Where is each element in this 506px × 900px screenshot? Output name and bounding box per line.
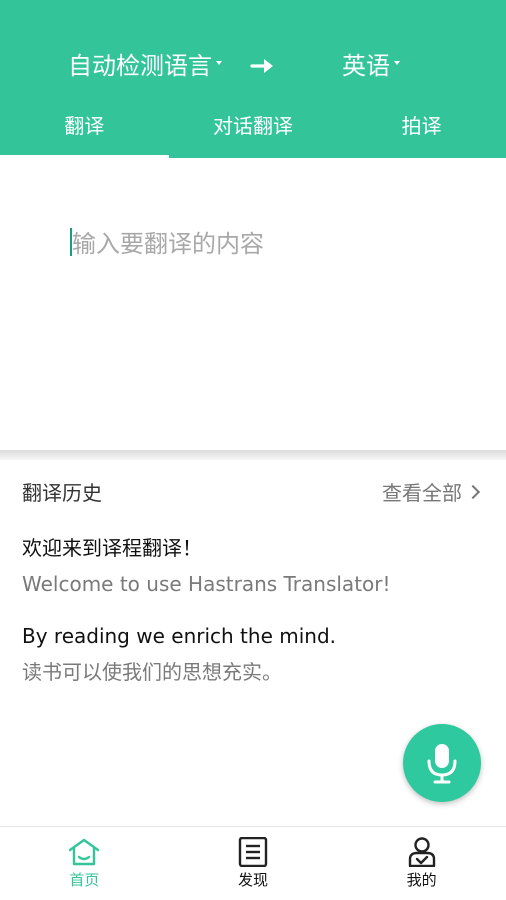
tab-photo-translate[interactable]: 拍译 [337, 100, 506, 158]
caret-down-icon [394, 61, 400, 65]
source-language-dropdown[interactable]: 自动检测语言 [68, 44, 222, 88]
nav-item-home[interactable]: 首页 [0, 827, 169, 900]
history-title: 翻译历史 [22, 481, 102, 505]
top-header: 自动检测语言 英语 翻译 对话翻译 拍译 [0, 0, 506, 158]
source-language-label: 自动检测语言 [68, 52, 212, 80]
view-all-label: 查看全部 [382, 481, 462, 505]
profile-icon [408, 837, 435, 867]
section-divider [0, 450, 506, 460]
history-source-text: 欢迎来到译程翻译！ [22, 536, 202, 560]
history-entry[interactable]: 欢迎来到译程翻译！ Welcome to use Hastrans Transl… [22, 534, 391, 598]
translation-input-area[interactable] [0, 158, 506, 450]
nav-item-profile[interactable]: 我的 [337, 827, 506, 900]
tab-conversation-translate[interactable]: 对话翻译 [169, 100, 338, 158]
history-target-text: Welcome to use Hastrans Translator! [22, 572, 391, 596]
home-icon [69, 838, 100, 866]
mode-tabs: 翻译 对话翻译 拍译 [0, 100, 506, 158]
caret-down-icon [216, 61, 222, 65]
nav-label-home: 首页 [69, 871, 100, 889]
discover-icon [238, 837, 268, 867]
language-selector-row: 自动检测语言 英语 [0, 44, 506, 88]
history-entry[interactable]: By reading we enrich the mind. 读书可以使我们的思… [22, 622, 336, 686]
history-source-text: By reading we enrich the mind. [22, 624, 336, 648]
target-language-label: 英语 [342, 52, 390, 80]
voice-input-button[interactable] [403, 724, 481, 802]
nav-label-discover: 发现 [238, 871, 269, 889]
nav-item-discover[interactable]: 发现 [169, 827, 338, 900]
arrow-right-icon[interactable] [250, 54, 278, 78]
bottom-navigation: 首页 发现 我的 [0, 826, 506, 900]
translate-input[interactable] [72, 226, 472, 262]
view-all-link[interactable]: 查看全部 [382, 477, 481, 506]
tab-translate[interactable]: 翻译 [0, 100, 169, 158]
chevron-right-icon [465, 484, 481, 499]
microphone-icon [427, 744, 457, 784]
history-target-text: 读书可以使我们的思想充实。 [22, 660, 282, 684]
target-language-dropdown[interactable]: 英语 [342, 44, 400, 88]
nav-label-profile: 我的 [406, 871, 437, 889]
